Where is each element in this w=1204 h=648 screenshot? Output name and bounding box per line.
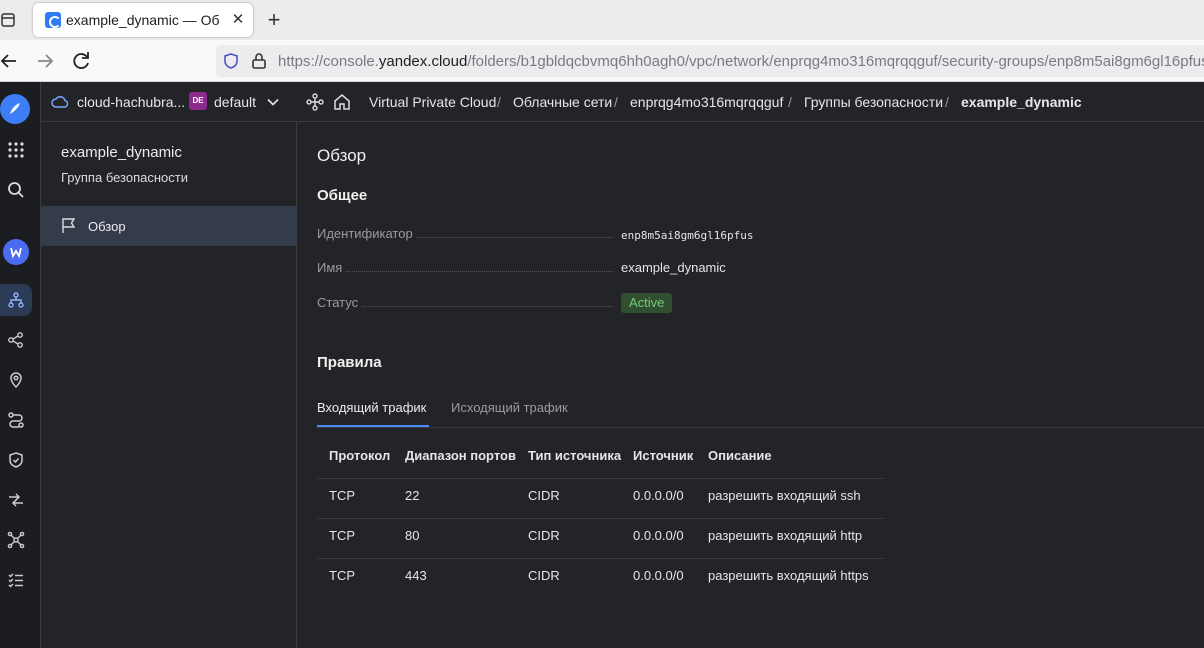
- lock-icon[interactable]: [250, 52, 268, 75]
- table-cell-source-type: CIDR: [528, 528, 560, 543]
- breadcrumb-network-id[interactable]: enprqg4mo316mqrqqguf: [630, 94, 783, 110]
- status-badge: Active: [621, 293, 673, 313]
- main-content: Обзор Общее Идентификатор enp8m5ai8gm6gl…: [297, 122, 1204, 648]
- resource-sidenav: example_dynamic Группа безопасности Обзо…: [41, 122, 297, 648]
- yandex-cloud-favicon-icon: [45, 12, 61, 28]
- home-icon[interactable]: [333, 93, 351, 116]
- ip-addresses-location-icon[interactable]: [0, 364, 32, 396]
- breadcrumb-vpc[interactable]: Virtual Private Cloud: [369, 94, 496, 110]
- routing-tables-icon[interactable]: [0, 404, 32, 436]
- breadcrumb-networks[interactable]: Облачные сети: [513, 94, 612, 110]
- browser-tab-active[interactable]: example_dynamic — Об ✕: [33, 3, 253, 37]
- sidenav-item-overview[interactable]: Обзор: [41, 206, 297, 246]
- breadcrumb-current: example_dynamic: [961, 94, 1082, 110]
- sidenav-item-label: Обзор: [88, 219, 126, 234]
- tab-list-icon[interactable]: [0, 8, 20, 32]
- breadcrumb-separator: /: [945, 94, 949, 110]
- flag-icon: [61, 218, 77, 239]
- shield-tracking-icon[interactable]: [222, 52, 240, 75]
- column-header-protocol: Протокол: [329, 448, 391, 463]
- prop-id-value: enp8m5ai8gm6gl16pfus: [621, 229, 754, 242]
- yandex-cloud-logo-icon[interactable]: [0, 94, 30, 124]
- resource-name: example_dynamic: [61, 144, 182, 161]
- console-app: cloud-hachubra... DE default Virtual Pri…: [0, 82, 1204, 648]
- cloud-networks-icon[interactable]: [0, 284, 32, 316]
- security-groups-shield-icon[interactable]: [0, 444, 32, 476]
- address-bar[interactable]: https://console.yandex.cloud/folders/b1g…: [216, 45, 1204, 77]
- cloud-icon: [51, 94, 69, 115]
- url-text[interactable]: https://console.yandex.cloud/folders/b1g…: [278, 53, 1204, 70]
- gateways-icon[interactable]: [0, 484, 32, 516]
- table-cell-source: 0.0.0.0/0: [633, 528, 684, 543]
- rules-tabs: Входящий трафик Исходящий трафик: [317, 382, 1204, 428]
- table-cell-protocol: TCP: [329, 488, 355, 503]
- folder-selector[interactable]: default: [214, 94, 256, 110]
- column-header-source-type: Тип источника: [528, 448, 622, 463]
- breadcrumb-separator: /: [788, 94, 792, 110]
- browser-tabbar: example_dynamic — Об ✕ +: [0, 0, 1204, 40]
- general-heading: Общее: [317, 187, 368, 204]
- operations-list-icon[interactable]: [0, 564, 32, 596]
- row-divider: [317, 478, 884, 479]
- table-cell-ports: 80: [405, 528, 420, 543]
- column-header-source: Источник: [633, 448, 694, 463]
- vpc-service-icon[interactable]: [0, 236, 32, 268]
- cloud-selector[interactable]: cloud-hachubra...: [77, 94, 185, 110]
- rules-heading: Правила: [317, 354, 382, 371]
- back-arrow-icon[interactable]: [0, 49, 22, 73]
- active-tab-indicator: [317, 425, 429, 427]
- tab-egress[interactable]: Исходящий трафик: [451, 400, 568, 415]
- new-tab-plus-icon[interactable]: +: [262, 7, 286, 33]
- table-cell-source-type: CIDR: [528, 568, 560, 583]
- prop-name-label: Имя: [317, 260, 617, 275]
- table-cell-description: разрешить входящий https: [708, 568, 869, 583]
- services-map-icon[interactable]: [306, 93, 324, 116]
- all-services-grid-icon[interactable]: [0, 134, 32, 166]
- reload-icon[interactable]: [69, 49, 93, 73]
- forward-arrow-icon[interactable]: [33, 49, 57, 73]
- folder-badge: DE: [189, 92, 207, 110]
- column-header-description: Описание: [708, 448, 772, 463]
- subnets-icon[interactable]: [0, 324, 32, 356]
- page-title: Обзор: [317, 146, 367, 165]
- table-cell-ports: 443: [405, 568, 427, 583]
- console-header: cloud-hachubra... DE default Virtual Pri…: [41, 82, 1204, 122]
- table-cell-ports: 22: [405, 488, 420, 503]
- services-rail: [0, 82, 41, 648]
- chevron-down-icon[interactable]: [266, 95, 280, 114]
- browser-navbar: https://console.yandex.cloud/folders/b1g…: [0, 40, 1204, 82]
- table-cell-protocol: TCP: [329, 528, 355, 543]
- table-cell-protocol: TCP: [329, 568, 355, 583]
- row-divider: [317, 518, 884, 519]
- tab-ingress[interactable]: Входящий трафик: [317, 400, 426, 415]
- table-cell-source: 0.0.0.0/0: [633, 488, 684, 503]
- table-cell-description: разрешить входящий http: [708, 528, 863, 543]
- topology-icon[interactable]: [0, 524, 32, 556]
- breadcrumb-security-groups[interactable]: Группы безопасности: [804, 94, 943, 110]
- prop-status-label: Статус: [317, 295, 617, 310]
- prop-id-label: Идентификатор: [317, 226, 617, 241]
- breadcrumb-separator: /: [497, 94, 501, 110]
- close-tab-icon[interactable]: ✕: [229, 10, 247, 30]
- table-cell-description: разрешить входящий ssh: [708, 488, 861, 503]
- search-icon[interactable]: [0, 174, 32, 206]
- table-cell-source: 0.0.0.0/0: [633, 568, 684, 583]
- breadcrumb-separator: /: [614, 94, 618, 110]
- resource-type: Группа безопасности: [61, 170, 188, 185]
- browser-tab-title: example_dynamic — Об: [66, 12, 220, 28]
- table-cell-source-type: CIDR: [528, 488, 560, 503]
- column-header-ports: Диапазон портов: [405, 448, 516, 463]
- row-divider: [317, 558, 884, 559]
- prop-name-value: example_dynamic: [621, 260, 726, 275]
